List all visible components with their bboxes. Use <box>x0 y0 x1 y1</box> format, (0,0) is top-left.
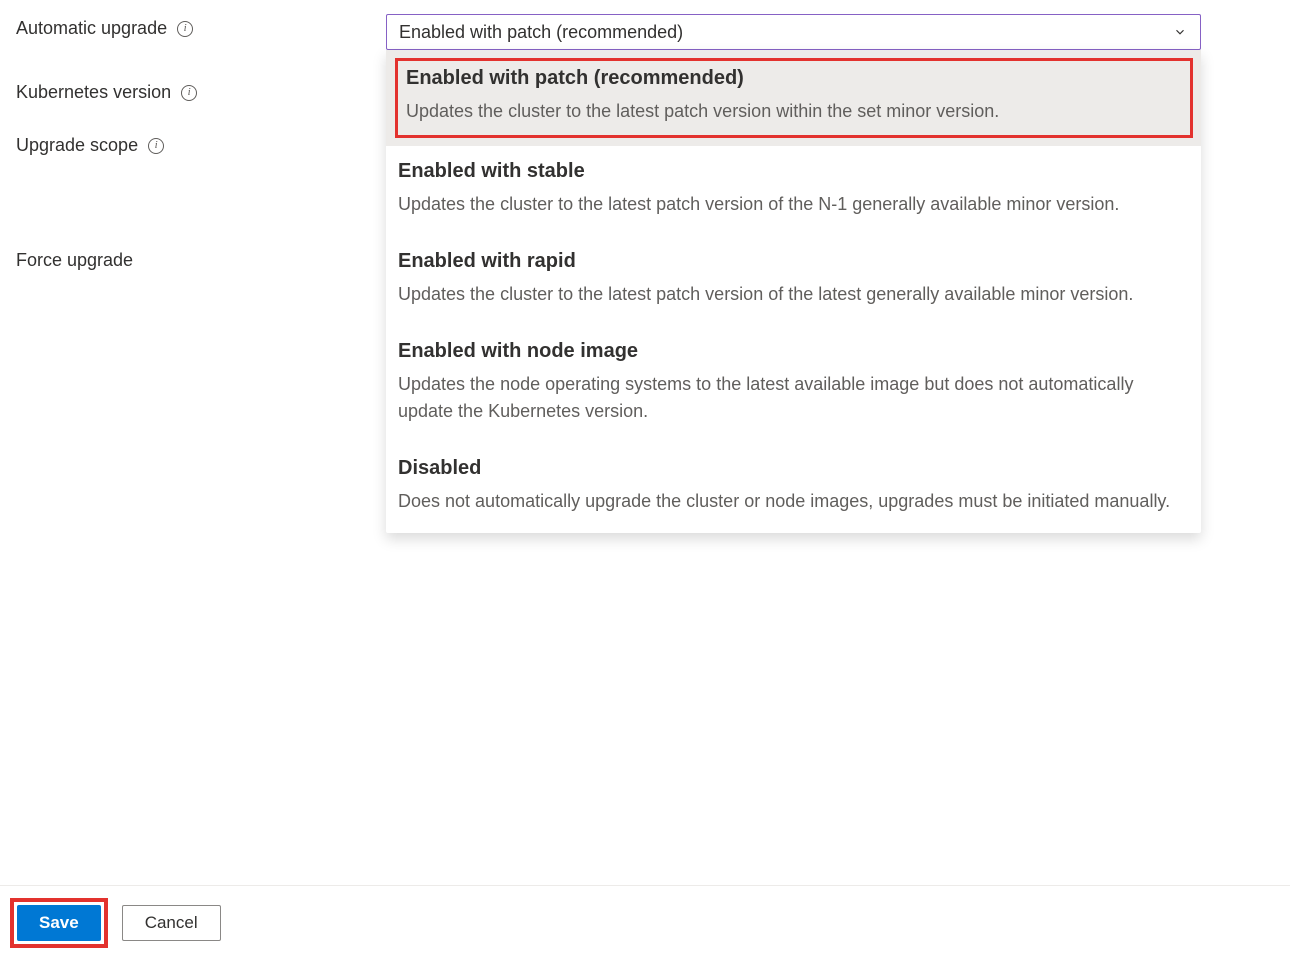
select-value: Enabled with patch (recommended) <box>399 22 683 43</box>
info-icon[interactable]: i <box>148 138 164 154</box>
footer-bar: Save Cancel <box>0 885 1290 964</box>
automatic-upgrade-select[interactable]: Enabled with patch (recommended) <box>386 14 1201 50</box>
dropdown-option[interactable]: Enabled with node image Updates the node … <box>386 326 1201 443</box>
dropdown-option[interactable]: Disabled Does not automatically upgrade t… <box>386 443 1201 533</box>
dropdown-option[interactable]: Enabled with stable Updates the cluster t… <box>386 146 1201 236</box>
option-description: Updates the cluster to the latest patch … <box>398 281 1189 308</box>
save-button[interactable]: Save <box>17 905 101 941</box>
dropdown-option[interactable]: Enabled with patch (recommended) Updates … <box>386 50 1201 146</box>
option-description: Updates the node operating systems to th… <box>398 371 1189 425</box>
info-icon[interactable]: i <box>181 85 197 101</box>
row-automatic-upgrade: Automatic upgrade i Enabled with patch (… <box>16 14 1274 50</box>
automatic-upgrade-dropdown: Enabled with patch (recommended) Updates … <box>386 50 1201 533</box>
label-text: Automatic upgrade <box>16 18 167 39</box>
option-title: Enabled with patch (recommended) <box>406 67 1182 90</box>
label-text: Force upgrade <box>16 250 133 271</box>
label-force-upgrade: Force upgrade <box>16 246 386 271</box>
chevron-down-icon <box>1172 24 1188 40</box>
option-title: Enabled with stable <box>398 160 1189 183</box>
option-title: Enabled with rapid <box>398 250 1189 273</box>
page-root: Automatic upgrade i Enabled with patch (… <box>0 0 1290 964</box>
label-automatic-upgrade: Automatic upgrade i <box>16 14 386 39</box>
cancel-button[interactable]: Cancel <box>122 905 221 941</box>
option-title: Enabled with node image <box>398 340 1189 363</box>
field-automatic-upgrade: Enabled with patch (recommended) Enabled… <box>386 14 1201 50</box>
dropdown-option[interactable]: Enabled with rapid Updates the cluster to… <box>386 236 1201 326</box>
save-highlight: Save <box>10 898 108 948</box>
option-description: Does not automatically upgrade the clust… <box>398 488 1189 515</box>
info-icon[interactable]: i <box>177 21 193 37</box>
label-text: Kubernetes version <box>16 82 171 103</box>
option-title: Disabled <box>398 457 1189 480</box>
form-area: Automatic upgrade i Enabled with patch (… <box>0 0 1290 271</box>
label-upgrade-scope: Upgrade scope i <box>16 131 386 156</box>
label-text: Upgrade scope <box>16 135 138 156</box>
label-kubernetes-version: Kubernetes version i <box>16 78 386 103</box>
option-description: Updates the cluster to the latest patch … <box>406 98 1182 125</box>
option-description: Updates the cluster to the latest patch … <box>398 191 1189 218</box>
